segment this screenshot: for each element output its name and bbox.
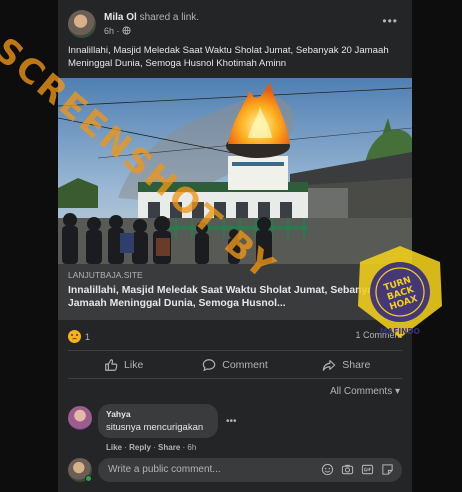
comment-label: Comment: [222, 359, 268, 371]
camera-icon[interactable]: [341, 463, 354, 476]
comment-sort-dropdown[interactable]: All Comments ▾: [330, 386, 400, 397]
author-line: Mila Ol shared a link.: [104, 12, 199, 23]
reactions-bar: 1 1 Comment: [68, 330, 402, 344]
globe-icon: [122, 26, 131, 35]
like-label: Like: [124, 359, 144, 371]
comment-bubble-icon: [202, 359, 216, 372]
sad-reaction-icon[interactable]: [68, 330, 81, 343]
online-status-dot: [85, 475, 92, 482]
reaction-count[interactable]: 1: [85, 332, 90, 342]
comment-bubble: Yahya situsnya mencurigakan: [98, 404, 218, 438]
dot-separator: ·: [116, 26, 120, 36]
post-time[interactable]: 6h: [104, 26, 114, 36]
commenter-name[interactable]: Yahya: [106, 409, 210, 419]
sticker-icon[interactable]: [381, 463, 394, 476]
share-arrow-icon: [323, 360, 336, 371]
post-header: Mila Ol shared a link. 6h · •••: [68, 10, 402, 40]
comment-item: Yahya situsnya mencurigakan ••• Like · R…: [68, 404, 402, 456]
composer-icons: [321, 463, 394, 476]
comment-time[interactable]: 6h: [187, 443, 196, 452]
thumbs-up-icon: [105, 359, 118, 371]
author-name[interactable]: Mila Ol: [104, 12, 137, 23]
comment-like-link[interactable]: Like: [106, 443, 122, 452]
post-actions: Like Comment Share: [68, 352, 402, 378]
comment-button[interactable]: Comment: [179, 352, 290, 378]
comment-text: situsnya mencurigakan: [106, 422, 204, 433]
comment-actions: Like · Reply · Share · 6h: [106, 443, 197, 452]
share-label: Share: [342, 359, 371, 371]
link-site: LANJUTBAJA.SITE: [68, 270, 143, 280]
comment-reply-link[interactable]: Reply: [129, 443, 151, 452]
divider: [68, 378, 402, 379]
like-button[interactable]: Like: [68, 352, 179, 378]
mosque-fire-photo: [58, 78, 412, 264]
author-avatar[interactable]: [68, 10, 96, 38]
comment-share-link[interactable]: Share: [158, 443, 180, 452]
divider: [68, 350, 402, 351]
post-more-button[interactable]: •••: [382, 14, 398, 28]
post-photo[interactable]: [58, 78, 412, 264]
post-text: Innalillahi, Masjid Meledak Saat Waktu S…: [68, 45, 389, 69]
author-action: shared a link.: [139, 12, 200, 23]
comment-composer: Write a public comment...: [68, 458, 402, 482]
post-card: Mila Ol shared a link. 6h · ••• Innalill…: [58, 0, 412, 492]
post-meta: 6h ·: [104, 26, 131, 36]
emoji-icon[interactable]: [321, 463, 334, 476]
commenter-avatar[interactable]: [68, 406, 92, 430]
gif-icon[interactable]: [361, 463, 374, 476]
link-preview[interactable]: LANJUTBAJA.SITE Innalillahi, Masjid Mele…: [58, 264, 412, 320]
link-title[interactable]: Innalillahi, Masjid Meledak Saat Waktu S…: [68, 284, 404, 310]
comment-more-button[interactable]: •••: [226, 416, 237, 427]
share-button[interactable]: Share: [291, 352, 402, 378]
comments-count[interactable]: 1 Comment: [355, 330, 402, 340]
